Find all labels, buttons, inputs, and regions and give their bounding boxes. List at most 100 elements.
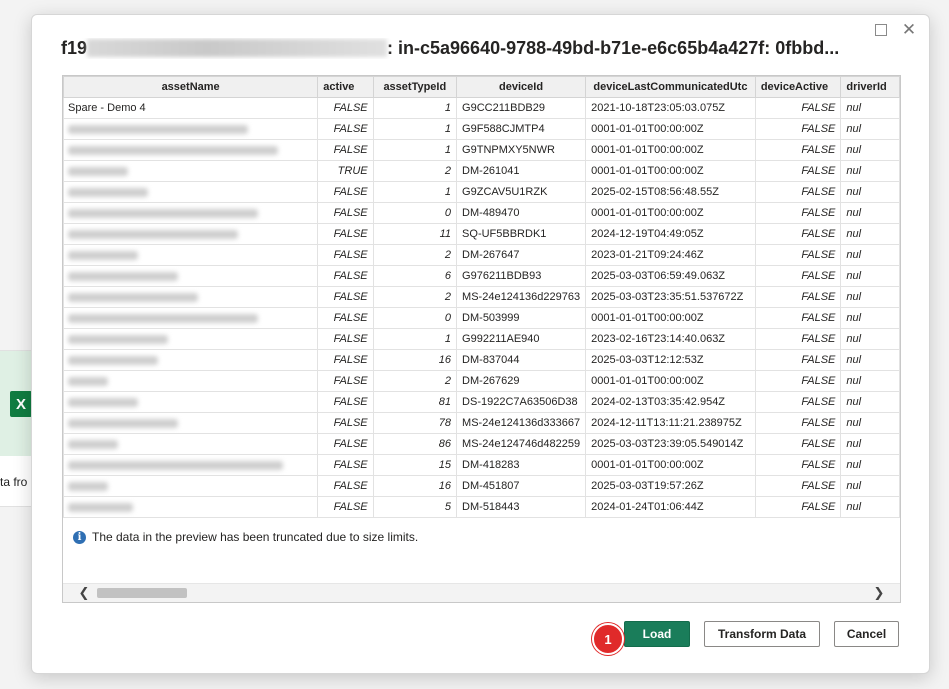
- asset-type-id-cell: 1: [372, 139, 458, 161]
- device-id-cell: G992211AE940: [456, 328, 587, 350]
- column-header[interactable]: deviceActive: [754, 76, 842, 98]
- dialog-title: f19: in-c5a96640-9788-49bd-b71e-e6c65b4a…: [61, 38, 896, 59]
- table-row[interactable]: FALSE 1 G9ZCAV5U1RZK 2025-02-15T08:56:48.55…: [63, 181, 900, 203]
- asset-type-id-cell: 1: [372, 328, 458, 350]
- device-active-cell: FALSE: [754, 412, 842, 434]
- driver-id-cell: nul: [840, 475, 900, 497]
- horizontal-scrollbar[interactable]: ❮ ❯: [63, 583, 900, 602]
- asset-type-id-cell: 2: [372, 244, 458, 266]
- table-row[interactable]: FALSE 2 DM-267647 2023-01-21T09:24:46Z FALSE…: [63, 244, 900, 266]
- title-suffix: : in-c5a96640-9788-49bd-b71e-e6c65b4a427…: [387, 38, 840, 58]
- asset-type-id-cell: 2: [372, 286, 458, 308]
- table-row[interactable]: FALSE 1 G9TNPMXY5NWR 0001-01-01T00:00:00Z FA…: [63, 139, 900, 161]
- column-header[interactable]: assetName: [63, 76, 319, 98]
- preview-dialog: ✕ f19: in-c5a96640-9788-49bd-b71e-e6c65b…: [31, 14, 930, 674]
- table-row[interactable]: Spare - Demo 4 FALSE 1 G9CC211BDB29 2021-10-…: [63, 97, 900, 119]
- redacted-text: [68, 250, 138, 260]
- scrollbar-thumb[interactable]: [97, 588, 187, 598]
- driver-id-cell: nul: [840, 244, 900, 266]
- table-row[interactable]: FALSE 16 DM-451807 2025-03-03T19:57:26Z FALS…: [63, 475, 900, 497]
- asset-name-cell: [63, 349, 319, 371]
- close-icon[interactable]: ✕: [897, 19, 921, 41]
- active-cell: FALSE: [317, 139, 374, 161]
- chevron-left-icon[interactable]: ❮: [75, 584, 93, 602]
- table-row[interactable]: TRUE 2 DM-261041 0001-01-01T00:00:00Z FALSE n…: [63, 160, 900, 182]
- device-id-cell: G9TNPMXY5NWR: [456, 139, 587, 161]
- redacted-text: [68, 313, 258, 323]
- device-last-communicated-cell: 2025-03-03T12:12:53Z: [585, 349, 756, 371]
- active-cell: FALSE: [317, 286, 374, 308]
- info-icon: i: [73, 530, 86, 544]
- column-header[interactable]: assetTypeId: [372, 76, 458, 98]
- cancel-button[interactable]: Cancel: [834, 621, 899, 647]
- table-row[interactable]: FALSE 2 DM-267629 0001-01-01T00:00:00Z FALSE…: [63, 370, 900, 392]
- table-row[interactable]: FALSE 1 G9F588CJMTP4 0001-01-01T00:00:00Z FA…: [63, 118, 900, 140]
- device-id-cell: G9F588CJMTP4: [456, 118, 587, 140]
- redacted-text: [68, 397, 138, 407]
- device-id-cell: G976211BDB93: [456, 265, 587, 287]
- device-active-cell: FALSE: [754, 160, 842, 182]
- device-id-cell: DM-451807: [456, 475, 587, 497]
- active-cell: FALSE: [317, 349, 374, 371]
- asset-name-cell: [63, 433, 319, 455]
- table-row[interactable]: FALSE 0 DM-503999 0001-01-01T00:00:00Z FALSE…: [63, 307, 900, 329]
- device-id-cell: DS-1922C7A63506D38: [456, 391, 587, 413]
- device-active-cell: FALSE: [754, 475, 842, 497]
- device-last-communicated-cell: 2025-03-03T23:35:51.537672Z: [585, 286, 756, 308]
- device-last-communicated-cell: 0001-01-01T00:00:00Z: [585, 307, 756, 329]
- device-id-cell: DM-837044: [456, 349, 587, 371]
- table-row[interactable]: FALSE 86 MS-24e124746d482259 2025-03-03T23:…: [63, 433, 900, 455]
- redacted-text: [68, 502, 133, 512]
- load-button[interactable]: Load: [624, 621, 690, 647]
- asset-name-cell: [63, 244, 319, 266]
- table-row[interactable]: FALSE 16 DM-837044 2025-03-03T12:12:53Z FALS…: [63, 349, 900, 371]
- table-row[interactable]: FALSE 2 MS-24e124136d229763 2025-03-03T23:3…: [63, 286, 900, 308]
- asset-type-id-cell: 16: [372, 475, 458, 497]
- column-header[interactable]: deviceId: [456, 76, 587, 98]
- column-header[interactable]: driverId: [840, 76, 900, 98]
- asset-type-id-cell: 2: [372, 160, 458, 182]
- excel-card-label: ta fro: [0, 475, 28, 489]
- driver-id-cell: nul: [840, 454, 900, 476]
- asset-type-id-cell: 0: [372, 202, 458, 224]
- asset-name-cell: [63, 475, 319, 497]
- redacted-text: [68, 229, 238, 239]
- device-last-communicated-cell: 0001-01-01T00:00:00Z: [585, 202, 756, 224]
- active-cell: FALSE: [317, 244, 374, 266]
- active-cell: FALSE: [317, 475, 374, 497]
- driver-id-cell: nul: [840, 307, 900, 329]
- active-cell: FALSE: [317, 97, 374, 119]
- redacted-text: [68, 124, 248, 134]
- active-cell: FALSE: [317, 181, 374, 203]
- transform-data-button[interactable]: Transform Data: [704, 621, 820, 647]
- device-active-cell: FALSE: [754, 391, 842, 413]
- table-row[interactable]: FALSE 1 G992211AE940 2023-02-16T23:14:40.06…: [63, 328, 900, 350]
- device-id-cell: G9CC211BDB29: [456, 97, 587, 119]
- driver-id-cell: nul: [840, 265, 900, 287]
- device-id-cell: DM-489470: [456, 202, 587, 224]
- device-last-communicated-cell: 0001-01-01T00:00:00Z: [585, 160, 756, 182]
- table-row[interactable]: FALSE 81 DS-1922C7A63506D38 2024-02-13T03:3…: [63, 391, 900, 413]
- column-header[interactable]: deviceLastCommunicatedUtc: [585, 76, 756, 98]
- table-row[interactable]: FALSE 0 DM-489470 0001-01-01T00:00:00Z FALSE…: [63, 202, 900, 224]
- device-last-communicated-cell: 2024-12-11T13:11:21.238975Z: [585, 412, 756, 434]
- device-active-cell: FALSE: [754, 328, 842, 350]
- table-row[interactable]: FALSE 6 G976211BDB93 2025-03-03T06:59:49.06…: [63, 265, 900, 287]
- driver-id-cell: nul: [840, 328, 900, 350]
- active-cell: FALSE: [317, 370, 374, 392]
- background-excel-card[interactable]: X ta fro: [0, 350, 35, 507]
- column-header[interactable]: active: [317, 76, 374, 98]
- table-row[interactable]: FALSE 5 DM-518443 2024-01-24T01:06:44Z FALSE…: [63, 496, 900, 518]
- redacted-text: [68, 481, 108, 491]
- table-row[interactable]: FALSE 11 SQ-UF5BBRDK1 2024-12-19T04:49:05Z F…: [63, 223, 900, 245]
- chevron-right-icon[interactable]: ❯: [870, 584, 888, 602]
- driver-id-cell: nul: [840, 370, 900, 392]
- table-row[interactable]: FALSE 15 DM-418283 0001-01-01T00:00:00Z FALS…: [63, 454, 900, 476]
- device-active-cell: FALSE: [754, 370, 842, 392]
- table-row[interactable]: FALSE 78 MS-24e124136d333667 2024-12-11T13:…: [63, 412, 900, 434]
- device-last-communicated-cell: 2025-02-15T08:56:48.55Z: [585, 181, 756, 203]
- redacted-text: [68, 376, 108, 386]
- data-preview-pane: assetName active assetTypeId deviceId de…: [62, 75, 901, 603]
- asset-type-id-cell: 15: [372, 454, 458, 476]
- driver-id-cell: nul: [840, 181, 900, 203]
